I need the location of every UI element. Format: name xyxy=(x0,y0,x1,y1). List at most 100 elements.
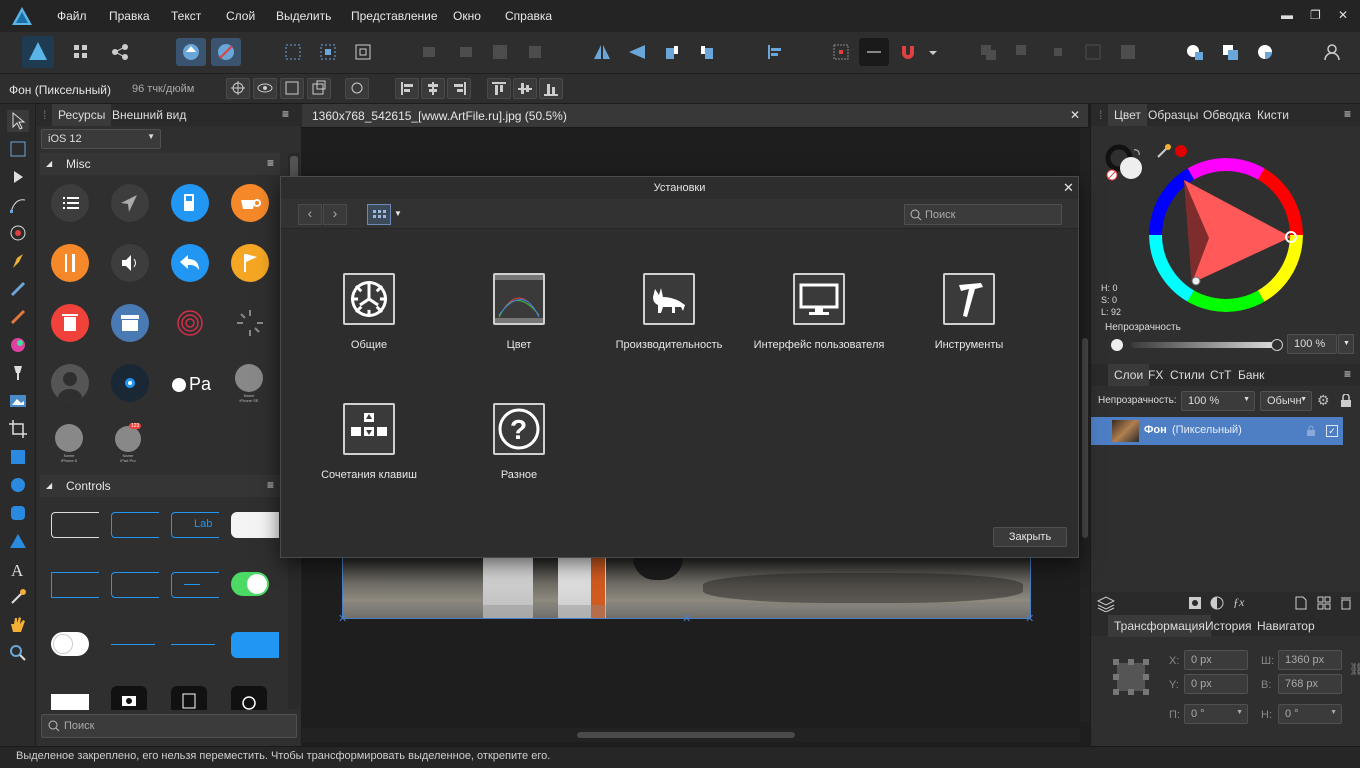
tab-swatches[interactable]: Образцы xyxy=(1142,104,1204,126)
y-field[interactable]: 0 px xyxy=(1184,674,1248,694)
iphone-8-asset-icon[interactable] xyxy=(55,424,83,452)
pencil-tool-icon[interactable] xyxy=(7,278,29,300)
snap-toggle-icon[interactable] xyxy=(859,38,889,66)
section-controls[interactable]: ◢ Controls ≡ xyxy=(40,475,280,497)
pref-ui[interactable]: Интерфейс пользователя xyxy=(744,273,894,351)
settings-gear-icon[interactable]: ⚙ xyxy=(1317,392,1330,409)
list-asset-icon[interactable] xyxy=(51,184,89,222)
trash-asset-icon[interactable] xyxy=(51,304,89,342)
menu-window[interactable]: Окно xyxy=(453,9,481,23)
archive-asset-icon[interactable] xyxy=(111,304,149,342)
transform-icon[interactable] xyxy=(348,38,378,66)
dialog-close-icon[interactable]: ✕ xyxy=(1063,180,1074,196)
location-asset-icon[interactable] xyxy=(111,184,149,222)
forward-arrow-icon[interactable]: › xyxy=(323,204,347,225)
align-bottom-icon[interactable] xyxy=(539,78,563,99)
layer-row-background[interactable]: Фон (Пиксельный) ✓ xyxy=(1091,417,1343,445)
segment-2-asset[interactable] xyxy=(111,572,159,598)
rotate-icon[interactable] xyxy=(345,78,369,99)
ellipse-tool-icon[interactable] xyxy=(7,474,29,496)
section-menu-icon[interactable]: ≡ xyxy=(267,478,274,492)
resize-icon[interactable] xyxy=(307,78,331,99)
boolean-subtract-icon[interactable] xyxy=(1008,38,1038,66)
tab-navigator[interactable]: Навигатор xyxy=(1251,615,1321,637)
calculator-asset-icon[interactable] xyxy=(171,686,207,710)
anchor-grid-icon[interactable] xyxy=(1113,659,1149,695)
pref-general[interactable]: Общие xyxy=(294,273,444,351)
align-center-icon[interactable] xyxy=(421,78,445,99)
text-tool-icon[interactable]: A xyxy=(7,558,29,580)
rotation-field[interactable]: 0 ° ▼ xyxy=(1184,704,1248,724)
insert-behind-icon[interactable] xyxy=(1180,38,1210,66)
insert-inside-icon[interactable] xyxy=(1250,38,1280,66)
minimize-icon[interactable]: ▬ xyxy=(1281,8,1293,22)
menu-view[interactable]: Представление xyxy=(351,9,438,23)
align-icon[interactable] xyxy=(759,38,789,66)
back-arrow-icon[interactable]: ‹ xyxy=(298,204,322,225)
x-field[interactable]: 0 px xyxy=(1184,650,1248,670)
fx-icon[interactable]: ƒx xyxy=(1233,595,1244,610)
share-icon[interactable] xyxy=(105,38,135,66)
crop-tool-icon[interactable] xyxy=(7,418,29,440)
link-ratio-icon[interactable]: ⛓ xyxy=(1349,662,1360,676)
rounded-rect-tool-icon[interactable] xyxy=(7,502,29,524)
canvas-hscrollbar[interactable] xyxy=(302,728,1080,742)
align-middle-icon[interactable] xyxy=(513,78,537,99)
lock-icon[interactable] xyxy=(1340,394,1352,408)
menu-select[interactable]: Выделить xyxy=(276,9,331,23)
opacity-slider-handle[interactable] xyxy=(1271,339,1283,351)
layers-stack-icon[interactable] xyxy=(1097,596,1115,612)
pref-shortcuts[interactable]: Сочетания клавиш xyxy=(294,403,444,481)
height-field[interactable]: 768 px xyxy=(1278,674,1342,694)
boolean-xor-icon[interactable] xyxy=(1078,38,1108,66)
spinner-asset-icon[interactable] xyxy=(231,304,269,342)
restore-icon[interactable]: ❐ xyxy=(1310,8,1321,22)
document-tab[interactable]: 1360x768_542615_[www.ArtFile.ru].jpg (50… xyxy=(302,104,1088,128)
move-tool-icon[interactable] xyxy=(7,110,29,132)
radio-asset-icon[interactable] xyxy=(111,364,149,402)
slider-line-asset[interactable] xyxy=(111,644,155,645)
label-field-asset[interactable]: Lab xyxy=(171,512,219,538)
erase-icon[interactable] xyxy=(211,38,241,66)
align-left-icon[interactable] xyxy=(395,78,419,99)
current-color-swatch[interactable] xyxy=(1175,145,1187,157)
crosshair-icon[interactable] xyxy=(226,78,250,99)
panel-menu-icon[interactable]: ≡ xyxy=(1344,107,1351,121)
boolean-intersect-icon[interactable] xyxy=(1043,38,1073,66)
mask-icon[interactable] xyxy=(1188,596,1202,610)
reply-asset-icon[interactable] xyxy=(171,244,209,282)
panel-menu-icon[interactable]: ≡ xyxy=(1344,367,1351,381)
pref-misc[interactable]: ? Разное xyxy=(444,403,594,481)
panel-menu-icon[interactable]: ≡ xyxy=(282,107,289,121)
timer-asset-icon[interactable] xyxy=(231,686,267,710)
pen-tool-icon[interactable] xyxy=(7,250,29,272)
iphone-se-asset-icon[interactable] xyxy=(235,364,263,392)
restaurant-asset-icon[interactable] xyxy=(51,244,89,282)
rotate-left-icon[interactable] xyxy=(657,38,687,66)
artboard-tool-icon[interactable] xyxy=(7,138,29,160)
avatar-asset-icon[interactable] xyxy=(51,364,89,402)
panel-grip-icon[interactable]: ⁞ xyxy=(1099,108,1102,122)
apple-pay-asset-icon[interactable]: Pa xyxy=(171,370,217,396)
boolean-divide-icon[interactable] xyxy=(1113,38,1143,66)
panel-grip-icon[interactable]: ⁞ xyxy=(43,108,46,122)
align-right-icon[interactable] xyxy=(447,78,471,99)
brush-tool-icon[interactable] xyxy=(7,306,29,328)
bounding-icon[interactable] xyxy=(280,78,304,99)
category-select[interactable]: iOS 12 ▼ xyxy=(41,129,161,149)
selection-handle-icon[interactable]: ✕ xyxy=(338,612,347,625)
flip-horizontal-icon[interactable] xyxy=(587,38,617,66)
grid-view-icon[interactable] xyxy=(367,204,391,225)
selection-handle-icon[interactable]: ✕ xyxy=(682,612,691,625)
fill-tool-icon[interactable] xyxy=(7,334,29,356)
text-field-blue-asset[interactable] xyxy=(111,512,159,538)
photo-persona-button[interactable] xyxy=(22,36,54,68)
flip-vertical-icon[interactable] xyxy=(622,38,652,66)
layer-lock-icon[interactable] xyxy=(1306,425,1316,437)
upload-icon[interactable] xyxy=(176,38,206,66)
eyedropper-tool-icon[interactable] xyxy=(7,586,29,608)
node-tool-icon[interactable] xyxy=(7,166,29,188)
toggle-off-asset[interactable] xyxy=(51,632,89,656)
fill-stroke-swatch-icon[interactable] xyxy=(1103,142,1147,186)
arrange-4-icon[interactable] xyxy=(520,38,550,66)
